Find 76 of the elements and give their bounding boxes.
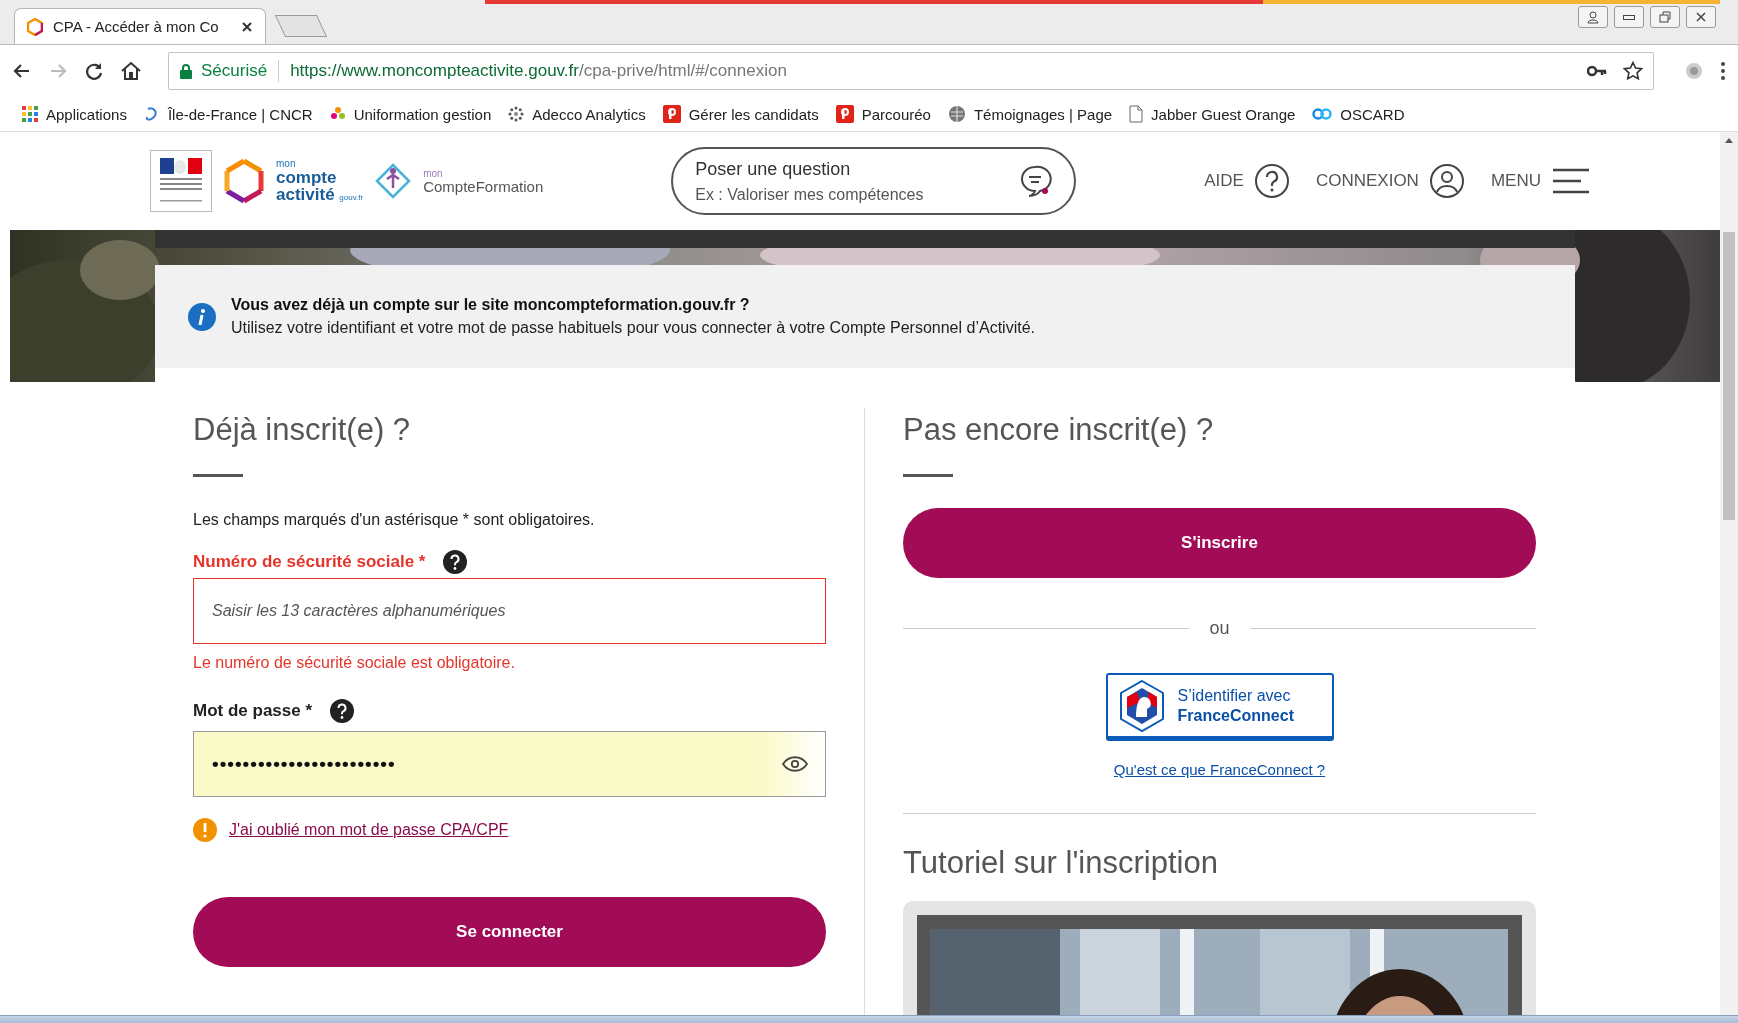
- input-field[interactable]: ••••••••••••••••••••••••: [193, 731, 826, 797]
- separator-text: ou: [1209, 618, 1230, 639]
- profile-button[interactable]: [1578, 6, 1608, 28]
- person-icon: [1586, 10, 1600, 24]
- help-icon[interactable]: [330, 699, 355, 723]
- address-bar[interactable]: Sécurisé https://www.moncompteactivite.gouv.fr/cpa-prive/html/#/connexion: [168, 52, 1654, 90]
- hexagon-favicon-icon: [27, 17, 43, 36]
- franceconnect-info-link[interactable]: Qu'est ce que FranceConnect ?: [1113, 761, 1326, 778]
- page-icon: [1129, 105, 1144, 123]
- close-button[interactable]: [1686, 6, 1716, 28]
- menu-icon: [1550, 168, 1591, 194]
- diamond-logo-icon: [375, 161, 412, 201]
- url-text: https://www.moncompteactivite.gouv.fr/cpa-prive/html/#/connexion: [290, 61, 787, 81]
- help-icon[interactable]: [443, 550, 468, 574]
- user-icon: [1428, 163, 1465, 199]
- browser-tab[interactable]: CPA - Accéder à mon Co: [14, 8, 266, 44]
- lock-icon: [179, 63, 193, 79]
- section-heading: Pas encore inscrit(e) ?: [903, 411, 1215, 449]
- swirl-icon: [143, 106, 160, 122]
- flower-icon: [329, 106, 346, 122]
- extension-icon[interactable]: [1684, 61, 1704, 81]
- scrollbar-thumb[interactable]: [1723, 232, 1735, 520]
- chat-icon: [1018, 164, 1053, 198]
- error-message: Le numéro de sécurité sociale est obligatoire.: [193, 653, 516, 673]
- section-heading: Tutoriel sur l'inscription: [903, 844, 1219, 882]
- franceconnect-logo-icon: [1117, 678, 1166, 733]
- star-icon[interactable]: [1623, 61, 1643, 81]
- bookmark-item[interactable]: Témoignages | Page: [947, 105, 1113, 123]
- close-icon[interactable]: [241, 20, 253, 33]
- minimize-icon: [1623, 14, 1635, 20]
- square-logo-icon: [835, 105, 854, 123]
- minimize-button[interactable]: [1614, 6, 1644, 28]
- globe-icon: [947, 105, 966, 123]
- apps-grid-icon: [22, 106, 38, 122]
- bookmark-item[interactable]: Parcouréo: [835, 105, 931, 123]
- eye-icon[interactable]: [782, 756, 808, 772]
- nav-link[interactable]: CONNEXION: [1315, 163, 1465, 199]
- dotted-sphere-icon: [508, 106, 525, 122]
- hexagon-logo-icon: [224, 158, 264, 204]
- nav-link[interactable]: AIDE: [1204, 163, 1290, 199]
- bookmark-item[interactable]: Île-de-France | CNCR: [143, 105, 313, 123]
- info-text: Utilisez votre identifiant et votre mot de passe habituels pour vous connecter à votre Compte Personnel d’Activité.: [231, 319, 1035, 337]
- required-note: Les champs marqués d'un astérisque * sont obligatoires.: [193, 510, 596, 530]
- secure-label: Sécurisé: [201, 61, 268, 81]
- restore-icon: [1658, 10, 1672, 24]
- reload-icon[interactable]: [84, 61, 104, 81]
- login-button[interactable]: Se connecter: [193, 897, 826, 967]
- bookmark-item[interactable]: Adecco Analytics: [508, 105, 646, 123]
- field-label: Mot de passe *: [193, 701, 313, 721]
- key-icon[interactable]: [1587, 65, 1607, 77]
- bookmark-item[interactable]: Applications: [22, 105, 127, 123]
- help-icon: [1253, 163, 1290, 199]
- close-icon: [1694, 10, 1708, 24]
- home-icon[interactable]: [120, 61, 142, 81]
- ministry-logo: [150, 150, 212, 212]
- bookmark-item[interactable]: OSCARD: [1312, 105, 1405, 123]
- input-field[interactable]: Saisir les 13 caractères alphanumériques: [193, 578, 826, 644]
- nav-link[interactable]: MENU: [1490, 168, 1591, 194]
- field-label: Numéro de sécurité sociale *: [193, 552, 426, 572]
- bookmark-item[interactable]: Uniformation gestion: [329, 105, 492, 123]
- more-menu-icon[interactable]: [1720, 61, 1726, 81]
- info-icon: [188, 302, 216, 331]
- info-title: Vous avez déjà un compte sur le site moncompteformation.gouv.fr ?: [231, 296, 751, 314]
- franceconnect-button[interactable]: S’identifier avec FranceConnect: [1105, 673, 1334, 741]
- bookmark-item[interactable]: Gérer les candidats: [662, 105, 819, 123]
- site-logo-text: mon compte activité gouv.fr: [276, 159, 364, 203]
- maximize-button[interactable]: [1650, 6, 1680, 28]
- register-button[interactable]: S'inscrire: [903, 508, 1536, 578]
- forgot-password-link[interactable]: J'ai oublié mon mot de passe CPA/CPF: [229, 821, 509, 839]
- warning-icon: [193, 818, 217, 842]
- bookmark-item[interactable]: Jabber Guest Orange: [1129, 105, 1296, 123]
- section-heading: Déjà inscrit(e) ?: [193, 411, 412, 449]
- square-logo-icon: [662, 105, 681, 123]
- link-logo-icon: [1312, 107, 1333, 121]
- site-logo-text: mon CompteFormation: [423, 168, 544, 194]
- question-search-field[interactable]: Poser une question Ex : Valoriser mes compétences: [671, 147, 1077, 215]
